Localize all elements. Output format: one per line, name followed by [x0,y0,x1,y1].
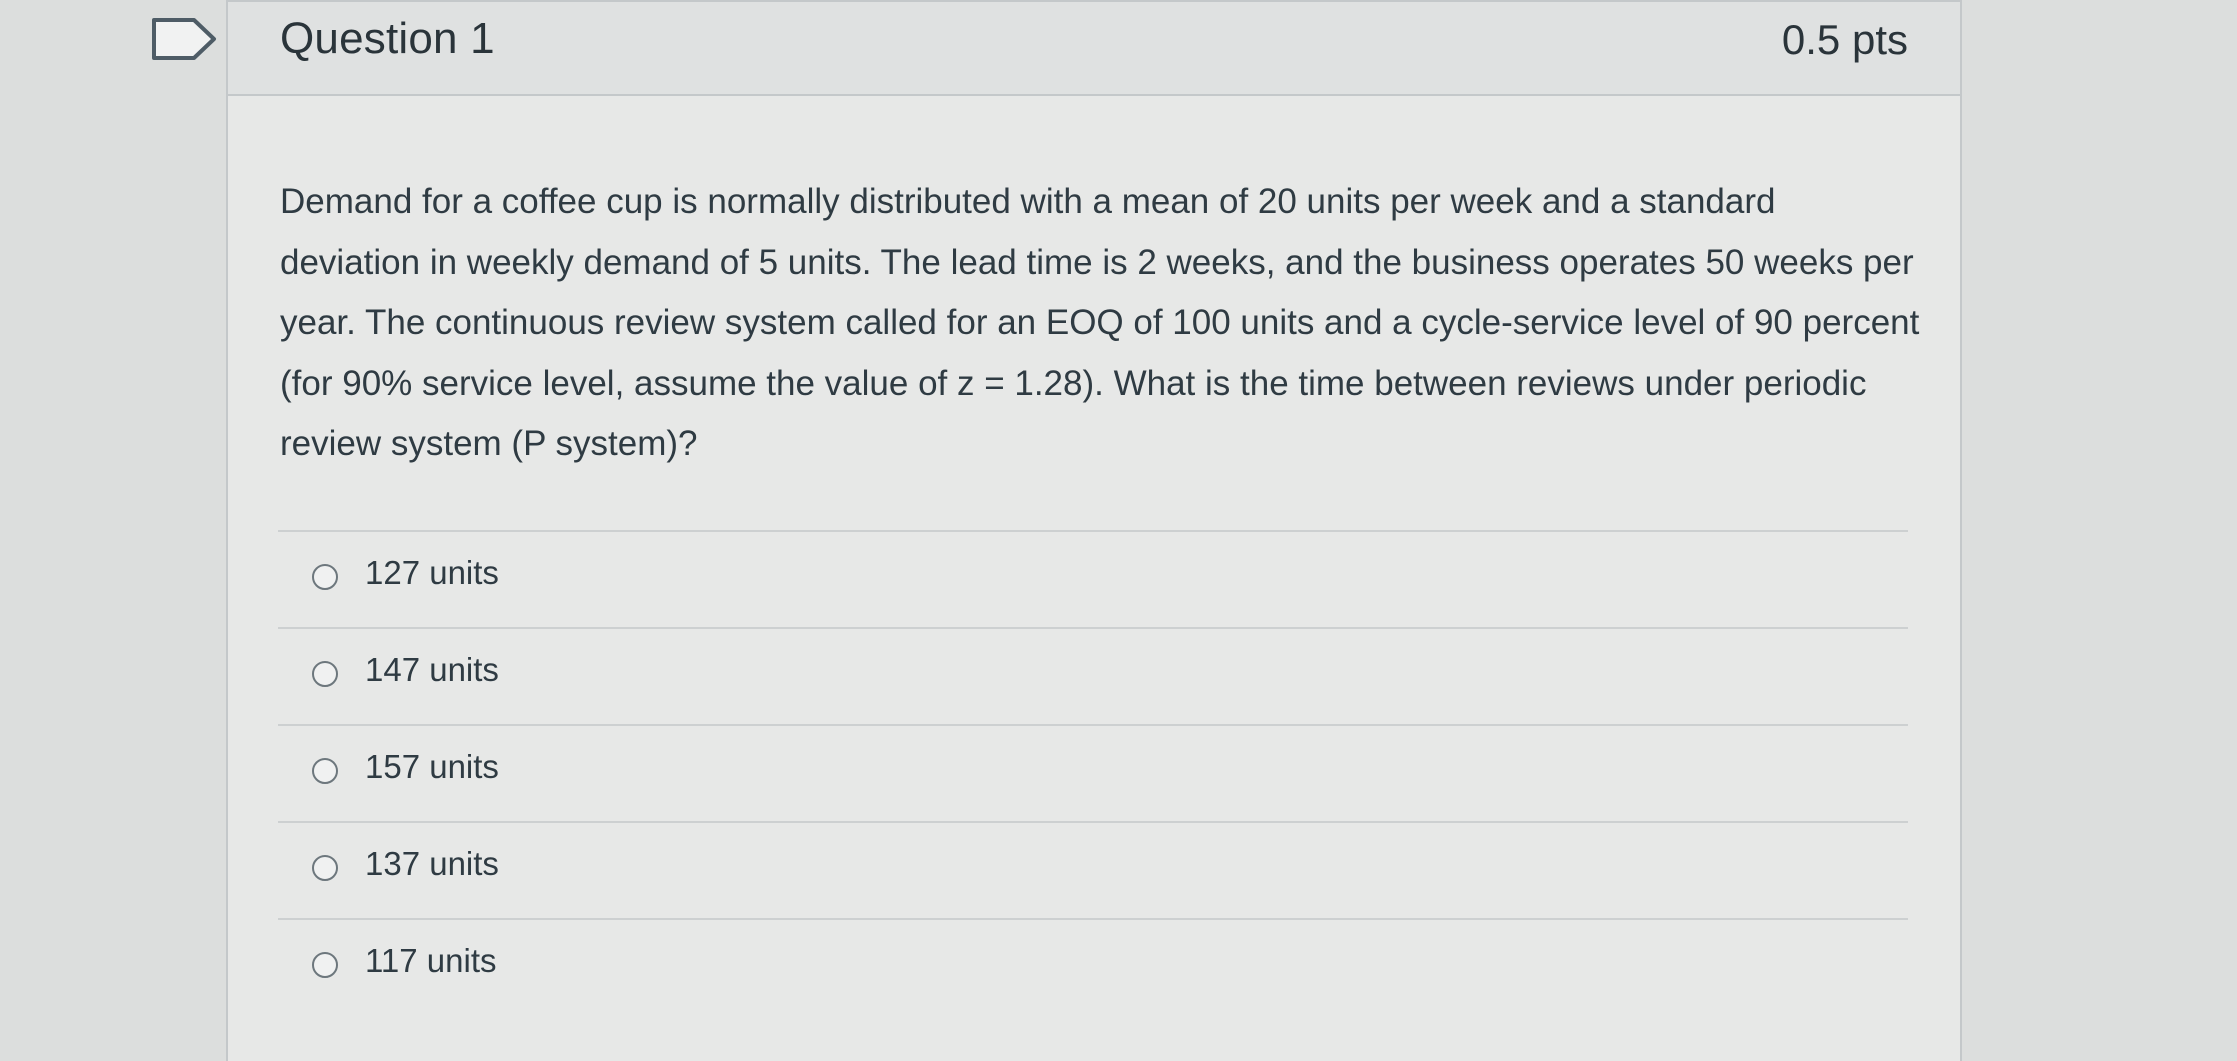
question-points: 0.5 pts [1781,16,1908,63]
answer-list: 127 units 147 units 157 units 137 units … [278,530,1908,1015]
question-header: Question 1 0.5 pts [228,0,1960,96]
answer-label[interactable]: 157 units [365,748,499,786]
radio-button-icon[interactable] [312,952,338,978]
question-card: Question 1 0.5 pts Demand for a coffee c… [226,0,1962,1061]
answer-label[interactable]: 137 units [365,845,499,883]
radio-button-icon[interactable] [312,855,338,881]
answer-label[interactable]: 117 units [365,942,496,980]
radio-button-icon[interactable] [312,564,338,590]
answer-option[interactable]: 117 units [278,918,1908,1015]
answer-label[interactable]: 147 units [365,651,499,689]
answer-option[interactable]: 147 units [278,627,1908,724]
answer-label[interactable]: 127 units [365,554,499,592]
question-text: Demand for a coffee cup is normally dist… [280,182,1920,463]
radio-button-icon[interactable] [312,661,338,687]
answer-option[interactable]: 137 units [278,821,1908,918]
answer-option[interactable]: 127 units [278,530,1908,627]
answer-option[interactable]: 157 units [278,724,1908,821]
question-title: Question 1 [280,14,495,63]
radio-button-icon[interactable] [312,758,338,784]
flag-question-icon[interactable] [150,16,222,62]
